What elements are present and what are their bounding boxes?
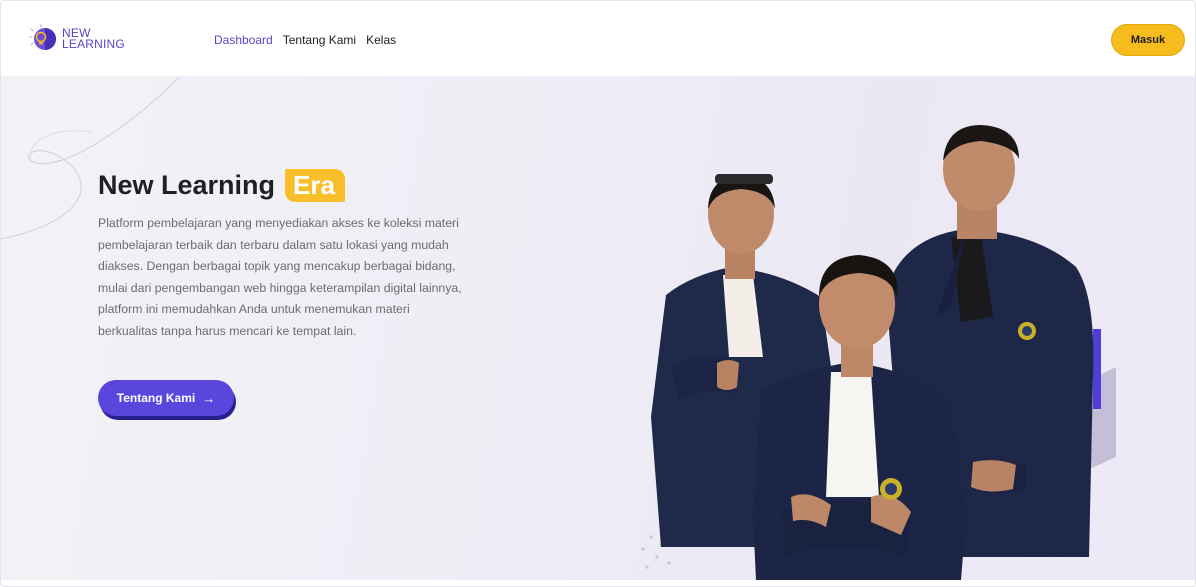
lightbulb-logo-icon: [29, 24, 56, 50]
nav-item-dashboard[interactable]: Dashboard: [214, 33, 273, 47]
arrow-right-icon: →: [202, 390, 216, 406]
brand-logo[interactable]: NEW LEARNING: [29, 23, 125, 55]
hero-title-highlight: Era: [285, 169, 345, 202]
login-button[interactable]: Masuk: [1111, 24, 1185, 56]
main-nav: Dashboard Tentang Kami Kelas: [214, 33, 396, 47]
about-us-button-label: Tentang Kami: [116, 391, 196, 405]
hero-section: New Learning Era Platform pembelajaran y…: [1, 77, 1195, 580]
navbar: NEW LEARNING Dashboard Tentang Kami Kela…: [1, 1, 1195, 77]
nav-item-tentang-kami[interactable]: Tentang Kami: [283, 33, 356, 47]
about-us-button[interactable]: Tentang Kami →: [98, 380, 234, 416]
page: NEW LEARNING Dashboard Tentang Kami Kela…: [0, 0, 1196, 587]
hero-description: Platform pembelajaran yang menyediakan a…: [98, 216, 462, 338]
brand-line-2: LEARNING: [62, 37, 125, 51]
hero-team-photo: [641, 125, 1116, 580]
nav-item-kelas[interactable]: Kelas: [366, 33, 396, 47]
hero-title: New Learning Era: [98, 169, 345, 202]
page-bottom-edge: [1, 580, 1195, 586]
hero-title-main: New Learning: [98, 170, 276, 200]
brand-wordmark: NEW LEARNING: [62, 27, 125, 51]
